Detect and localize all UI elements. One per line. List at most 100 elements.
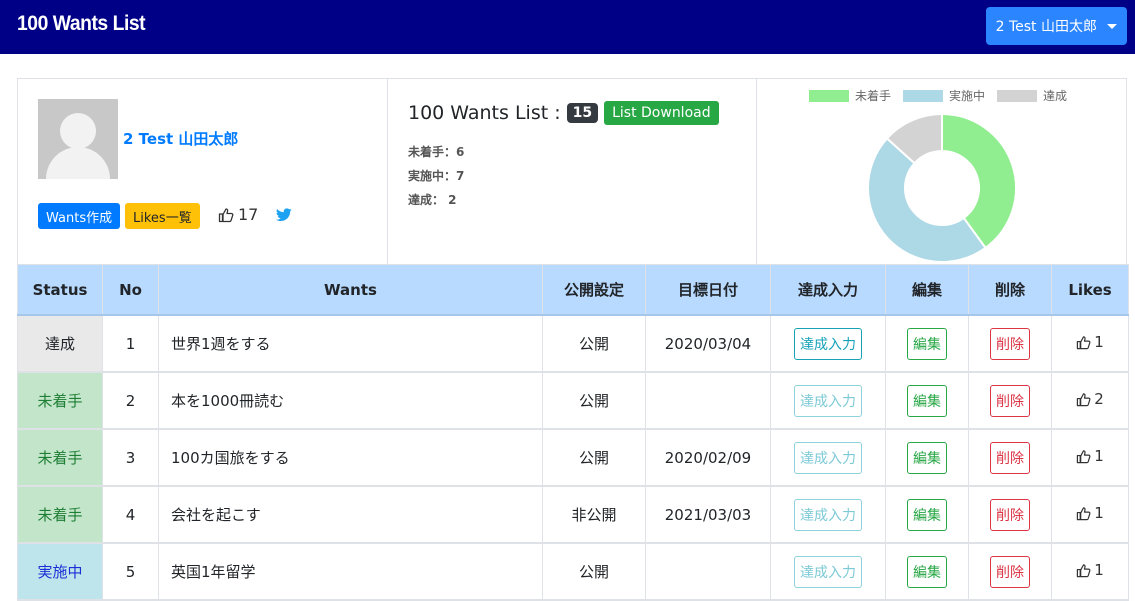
- edit-button[interactable]: 編集: [907, 384, 947, 417]
- avatar: [38, 99, 118, 179]
- like-count: 1: [1094, 561, 1104, 580]
- thumbs-up-icon: [1077, 507, 1091, 520]
- no-cell: 5: [102, 542, 159, 601]
- edit-cell: 編集: [885, 428, 969, 487]
- achieve-input-button[interactable]: 達成入力: [794, 384, 862, 417]
- likes-cell: 1: [1051, 542, 1129, 601]
- likes-cell: 1: [1051, 485, 1129, 544]
- achieve-cell: 達成入力: [770, 542, 886, 601]
- like-button[interactable]: 2: [1076, 390, 1104, 408]
- wants-count-badge: 15: [566, 103, 599, 123]
- edit-button[interactable]: 編集: [907, 441, 947, 474]
- thumbs-up-icon: [1077, 393, 1091, 406]
- profile-username[interactable]: 2 Test 山田太郎: [123, 128, 238, 149]
- status-donut-chart: [867, 113, 1017, 263]
- delete-cell: 削除: [968, 542, 1052, 601]
- summary-section: 100 Wants List : 15 List Download 未着手：6 …: [388, 79, 757, 265]
- navbar: 100 Wants List 2 Test 山田太郎: [0, 0, 1135, 54]
- achieve-cell: 達成入力: [770, 314, 886, 373]
- thumbs-up-icon: [1077, 564, 1091, 577]
- target-date-cell: [645, 542, 771, 601]
- delete-cell: 削除: [968, 485, 1052, 544]
- no-cell: 1: [102, 314, 159, 373]
- likes-list-button[interactable]: Likes一覧: [125, 203, 200, 229]
- achieve-input-button[interactable]: 達成入力: [794, 498, 862, 531]
- like-count: 1: [1094, 333, 1104, 352]
- thumbs-up-icon: [1077, 336, 1091, 349]
- header-status: Status: [17, 264, 103, 316]
- want-cell: 100カ国旅をする: [158, 428, 543, 487]
- legend-item[interactable]: 未着手: [809, 87, 891, 104]
- delete-button[interactable]: 削除: [990, 441, 1030, 474]
- thumbs-up-icon: [218, 207, 234, 222]
- achieve-input-button[interactable]: 達成入力: [794, 555, 862, 588]
- table-row: 未着手 4 会社を起こす 非公開 2021/03/03 達成入力 編集 削除 1: [17, 485, 1129, 544]
- header-wants: Wants: [158, 264, 543, 316]
- visibility-cell: 公開: [542, 314, 646, 373]
- edit-button[interactable]: 編集: [907, 555, 947, 588]
- like-button[interactable]: 1: [1076, 504, 1104, 522]
- want-cell: 英国1年留学: [158, 542, 543, 601]
- edit-button[interactable]: 編集: [907, 327, 947, 360]
- delete-button[interactable]: 削除: [990, 384, 1030, 417]
- user-menu-label: 2 Test 山田太郎: [995, 19, 1097, 35]
- legend-item[interactable]: 達成: [997, 87, 1067, 104]
- target-date-cell: 2020/03/04: [645, 314, 771, 373]
- profile-like-count: 17: [218, 205, 258, 224]
- no-cell: 3: [102, 428, 159, 487]
- no-cell: 4: [102, 485, 159, 544]
- table-row: 未着手 3 100カ国旅をする 公開 2020/02/09 達成入力 編集 削除 1: [17, 428, 1129, 487]
- wants-list-heading: 100 Wants List : 15 List Download: [408, 101, 719, 125]
- visibility-cell: 公開: [542, 371, 646, 430]
- stat-doing: 実施中：7: [408, 169, 465, 183]
- status-cell: 未着手: [17, 485, 103, 544]
- achieve-cell: 達成入力: [770, 485, 886, 544]
- like-button[interactable]: 1: [1076, 561, 1104, 579]
- header-no: No: [102, 264, 159, 316]
- profile-like-value: 17: [238, 205, 259, 224]
- delete-button[interactable]: 削除: [990, 498, 1030, 531]
- edit-cell: 編集: [885, 314, 969, 373]
- like-count: 1: [1094, 504, 1104, 523]
- like-count: 1: [1094, 447, 1104, 466]
- achieve-input-button[interactable]: 達成入力: [794, 441, 862, 474]
- brand-logo[interactable]: 100 Wants List: [17, 12, 146, 36]
- visibility-cell: 公開: [542, 542, 646, 601]
- edit-cell: 編集: [885, 371, 969, 430]
- header-achieve: 達成入力: [770, 264, 886, 316]
- like-button[interactable]: 1: [1076, 333, 1104, 351]
- delete-button[interactable]: 削除: [990, 327, 1030, 360]
- wants-table: Status No Wants 公開設定 目標日付 達成入力 編集 削除 Lik…: [17, 264, 1129, 601]
- edit-button[interactable]: 編集: [907, 498, 947, 531]
- edit-cell: 編集: [885, 542, 969, 601]
- delete-cell: 削除: [968, 371, 1052, 430]
- stat-done: 達成： 2: [408, 193, 457, 207]
- achieve-cell: 達成入力: [770, 371, 886, 430]
- target-date-cell: [645, 371, 771, 430]
- profile-card: 2 Test 山田太郎 Wants作成 Likes一覧 17 100 Wants…: [17, 78, 1127, 265]
- profile-section: 2 Test 山田太郎 Wants作成 Likes一覧 17: [18, 79, 388, 265]
- create-wants-button[interactable]: Wants作成: [38, 203, 121, 229]
- header-edit: 編集: [885, 264, 969, 316]
- twitter-icon[interactable]: [276, 208, 292, 222]
- header-target-date: 目標日付: [645, 264, 771, 316]
- header-delete: 削除: [968, 264, 1052, 316]
- likes-cell: 2: [1051, 371, 1129, 430]
- want-cell: 世界1週をする: [158, 314, 543, 373]
- want-cell: 会社を起こす: [158, 485, 543, 544]
- achieve-input-button[interactable]: 達成入力: [794, 327, 862, 360]
- like-button[interactable]: 1: [1076, 447, 1104, 465]
- stat-todo: 未着手：6: [408, 145, 465, 159]
- legend-item[interactable]: 実施中: [903, 87, 985, 104]
- wants-list-title: 100 Wants List :: [408, 102, 561, 124]
- status-cell: 未着手: [17, 371, 103, 430]
- table-row: 達成 1 世界1週をする 公開 2020/03/04 達成入力 編集 削除 1: [17, 314, 1129, 373]
- achieve-cell: 達成入力: [770, 428, 886, 487]
- like-count: 2: [1094, 390, 1104, 409]
- user-menu-button[interactable]: 2 Test 山田太郎: [985, 7, 1127, 45]
- visibility-cell: 公開: [542, 428, 646, 487]
- table-row: 未着手 2 本を1000冊読む 公開 達成入力 編集 削除 2: [17, 371, 1129, 430]
- delete-button[interactable]: 削除: [990, 555, 1030, 588]
- list-download-button[interactable]: List Download: [604, 101, 719, 125]
- target-date-cell: 2021/03/03: [645, 485, 771, 544]
